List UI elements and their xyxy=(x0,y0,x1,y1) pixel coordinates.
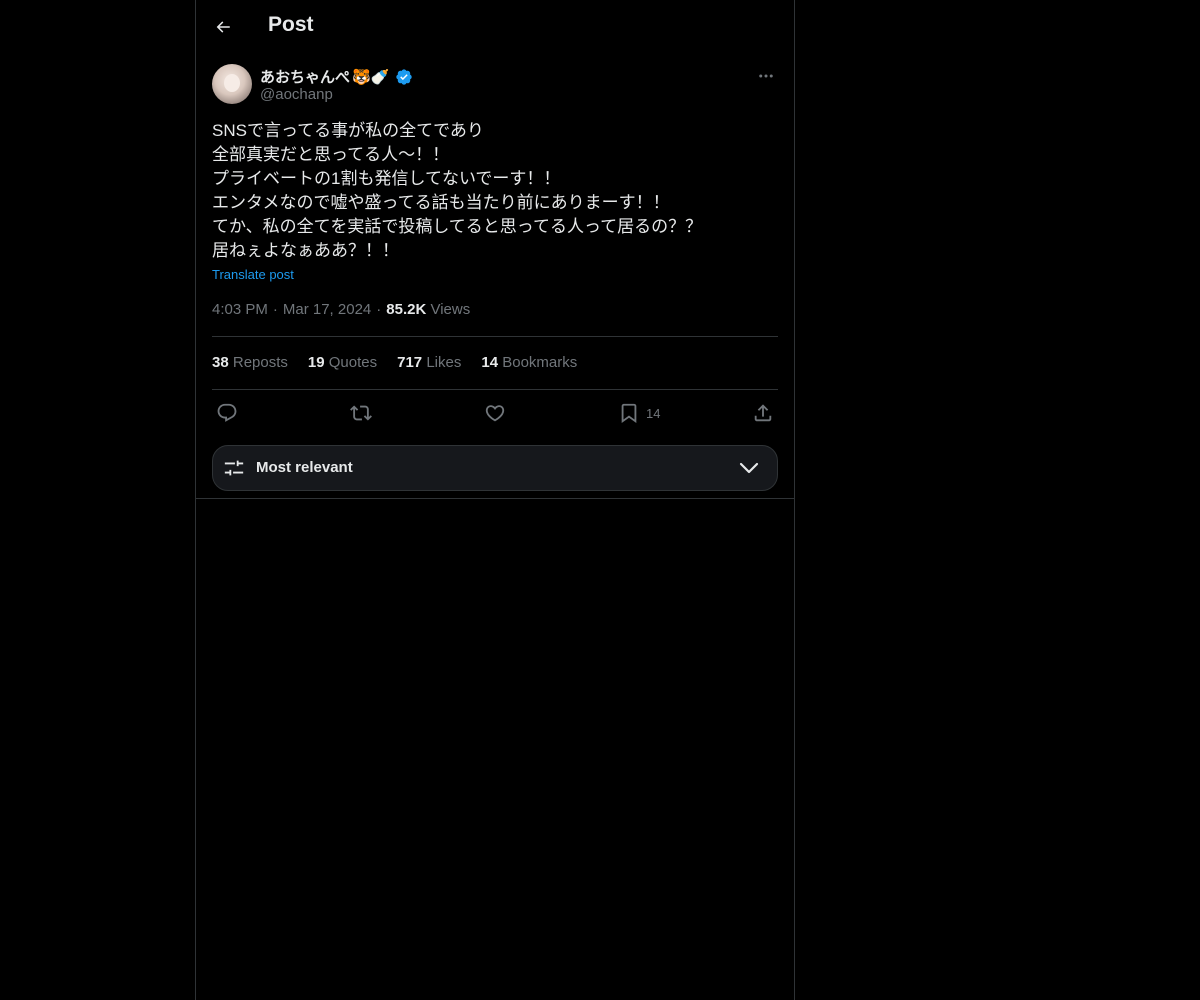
action-bar: 14 xyxy=(212,400,778,426)
quotes-count: 19 xyxy=(307,354,325,371)
views-label: Views xyxy=(430,301,471,318)
reposts-count: 38 xyxy=(212,354,229,371)
stat-likes[interactable]: 717 Likes xyxy=(397,354,461,371)
more-dots-icon xyxy=(759,74,773,78)
main-column: Post あおちゃんぺ 🐯🍼 @aochanp SNSで言ってる事が私の全てであ… xyxy=(195,0,795,1000)
post-line: エンタメなので嘘や盛ってる話も当たり前にありまーす！！ xyxy=(212,193,670,212)
reply-button[interactable] xyxy=(216,400,238,426)
separator-dot: · xyxy=(376,301,382,318)
reply-sort-dropdown[interactable]: Most relevant xyxy=(212,445,778,491)
post-line: プライベートの1割も発信してないでーす！！ xyxy=(212,169,561,188)
views-count: 85.2K xyxy=(386,301,427,318)
share-button[interactable] xyxy=(752,400,774,426)
stat-quotes[interactable]: 19 Quotes xyxy=(308,354,377,371)
bookmark-count: 14 xyxy=(646,405,661,421)
quotes-label: Quotes xyxy=(328,354,378,371)
chevron-down-icon xyxy=(739,462,759,474)
post-time[interactable]: 4:03 PM xyxy=(212,301,268,318)
repost-icon xyxy=(350,405,372,421)
avatar[interactable] xyxy=(212,64,252,104)
verified-badge-icon[interactable] xyxy=(395,68,413,86)
section-divider xyxy=(196,498,794,499)
stat-reposts[interactable]: 38 Reposts xyxy=(212,354,288,371)
author-name-row[interactable]: あおちゃんぺ 🐯🍼 xyxy=(260,66,413,87)
avatar-face xyxy=(224,74,240,92)
sort-label: Most relevant xyxy=(256,459,353,476)
post-text: SNSで言ってる事が私の全てであり 全部真実だと思ってる人〜！！ プライベートの… xyxy=(212,119,778,263)
likes-count: 717 xyxy=(397,354,423,371)
more-options-button[interactable] xyxy=(756,66,776,86)
stat-bookmarks[interactable]: 14 Bookmarks xyxy=(481,354,577,371)
heart-icon xyxy=(485,405,505,422)
share-icon xyxy=(754,404,772,422)
author-handle[interactable]: @aochanp xyxy=(260,86,333,103)
like-button[interactable] xyxy=(484,400,506,426)
likes-label: Likes xyxy=(426,354,462,371)
separator-dot: · xyxy=(272,301,278,318)
post-line: 全部真実だと思ってる人〜！！ xyxy=(212,145,450,164)
name-emojis: 🐯🍼 xyxy=(352,67,390,86)
sliders-icon xyxy=(224,460,244,476)
post-line: 居ねぇよなぁああ？！！ xyxy=(212,241,399,260)
divider xyxy=(212,336,778,337)
reply-icon xyxy=(217,403,237,422)
post-date[interactable]: Mar 17, 2024 xyxy=(283,301,371,318)
back-button[interactable] xyxy=(210,14,236,40)
repost-button[interactable] xyxy=(350,400,372,426)
divider xyxy=(212,389,778,390)
reposts-label: Reposts xyxy=(232,354,288,371)
page-title: Post xyxy=(268,13,314,36)
bookmark-button[interactable]: 14 xyxy=(618,400,660,426)
translate-post-link[interactable]: Translate post xyxy=(212,267,294,282)
post-meta: 4:03 PM · Mar 17, 2024 · 85.2K Views xyxy=(212,301,470,318)
page-header: Post xyxy=(196,0,794,54)
display-name[interactable]: あおちゃんぺ xyxy=(260,66,350,87)
arrow-left-icon xyxy=(216,21,230,33)
bookmark-icon xyxy=(621,403,637,424)
bookmarks-count: 14 xyxy=(481,354,499,371)
post-line: てか、私の全てを実話で投稿してると思ってる人って居るの？？ xyxy=(212,217,703,236)
post-line: SNSで言ってる事が私の全てであり xyxy=(212,121,484,140)
engagement-stats: 38 Reposts 19 Quotes 717 Likes 14 Bookma… xyxy=(212,354,577,371)
bookmarks-label: Bookmarks xyxy=(502,354,578,371)
